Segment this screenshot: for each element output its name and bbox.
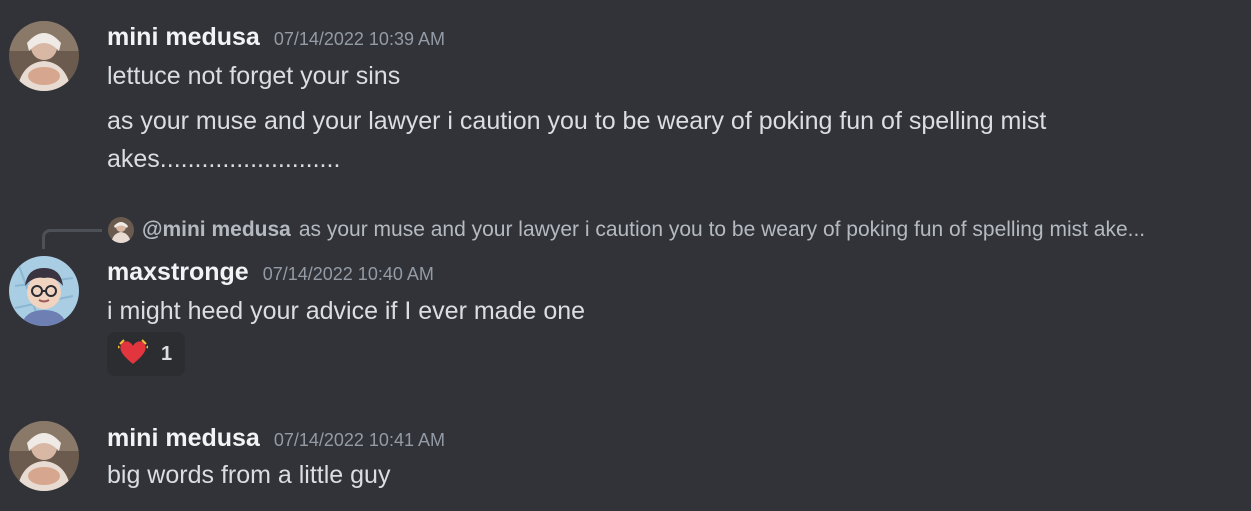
message-text: as your muse and your lawyer i caution y…: [107, 107, 1047, 135]
avatar[interactable]: [9, 256, 79, 326]
reply-avatar: [108, 217, 134, 243]
reaction-button[interactable]: 1: [107, 332, 185, 376]
username[interactable]: mini medusa: [107, 424, 260, 453]
message-header: maxstronge 07/14/2022 10:40 AM: [107, 258, 434, 287]
timestamp[interactable]: 07/14/2022 10:41 AM: [274, 430, 445, 451]
reaction-count: 1: [161, 342, 173, 365]
username[interactable]: mini medusa: [107, 23, 260, 52]
reply-connector: [42, 229, 102, 249]
timestamp[interactable]: 07/14/2022 10:40 AM: [263, 264, 434, 285]
heart-eyes-heart-icon: [117, 338, 149, 370]
message-text: akes..........................: [107, 145, 341, 173]
avatar[interactable]: [9, 421, 79, 491]
message-text: lettuce not forget your sins: [107, 62, 401, 90]
message-header: mini medusa 07/14/2022 10:39 AM: [107, 23, 445, 52]
message-text: big words from a little guy: [107, 461, 391, 489]
message-header: mini medusa 07/14/2022 10:41 AM: [107, 424, 445, 453]
username[interactable]: maxstronge: [107, 258, 249, 287]
reply-mention[interactable]: @mini medusa: [142, 218, 291, 242]
chat-message-list: mini medusa 07/14/2022 10:39 AM lettuce …: [0, 0, 1251, 511]
reply-preview[interactable]: @mini medusa as your muse and your lawye…: [108, 216, 1145, 244]
timestamp[interactable]: 07/14/2022 10:39 AM: [274, 29, 445, 50]
avatar[interactable]: [9, 21, 79, 91]
reply-content: as your muse and your lawyer i caution y…: [298, 218, 1146, 241]
message-text: i might heed your advice if I ever made …: [107, 297, 586, 325]
